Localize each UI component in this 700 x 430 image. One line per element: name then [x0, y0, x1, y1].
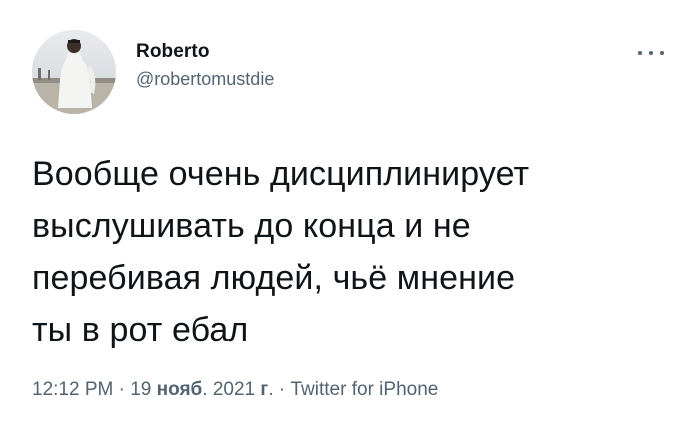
- tweet-text: Вообще очень дисциплинирует выслушивать …: [32, 155, 530, 349]
- tweet-card: Roberto @robertomustdie Вообще очень дис…: [0, 0, 700, 430]
- separator: ·: [113, 379, 131, 400]
- avatar-image: [32, 30, 116, 114]
- tweet-date-year[interactable]: . 2021: [202, 379, 260, 400]
- tweet-source[interactable]: Twitter for iPhone: [291, 379, 439, 400]
- more-options-button[interactable]: [638, 44, 664, 62]
- tweet-metadata: 12:12 PM · 19 нояб. 2021 г. · Twitter fo…: [32, 378, 438, 402]
- more-horizontal-icon: [638, 51, 642, 55]
- tweet-date-month[interactable]: нояб: [157, 379, 203, 400]
- tweet-time[interactable]: 12:12 PM: [32, 379, 113, 400]
- more-horizontal-icon: [660, 51, 664, 55]
- separator: ·: [273, 379, 291, 400]
- user-handle[interactable]: @robertomustdie: [136, 68, 274, 90]
- user-info: Roberto @robertomustdie: [136, 40, 274, 90]
- more-horizontal-icon: [649, 51, 653, 55]
- display-name[interactable]: Roberto: [136, 40, 274, 64]
- avatar[interactable]: [32, 30, 116, 114]
- tweet-date-day[interactable]: 19: [130, 379, 156, 400]
